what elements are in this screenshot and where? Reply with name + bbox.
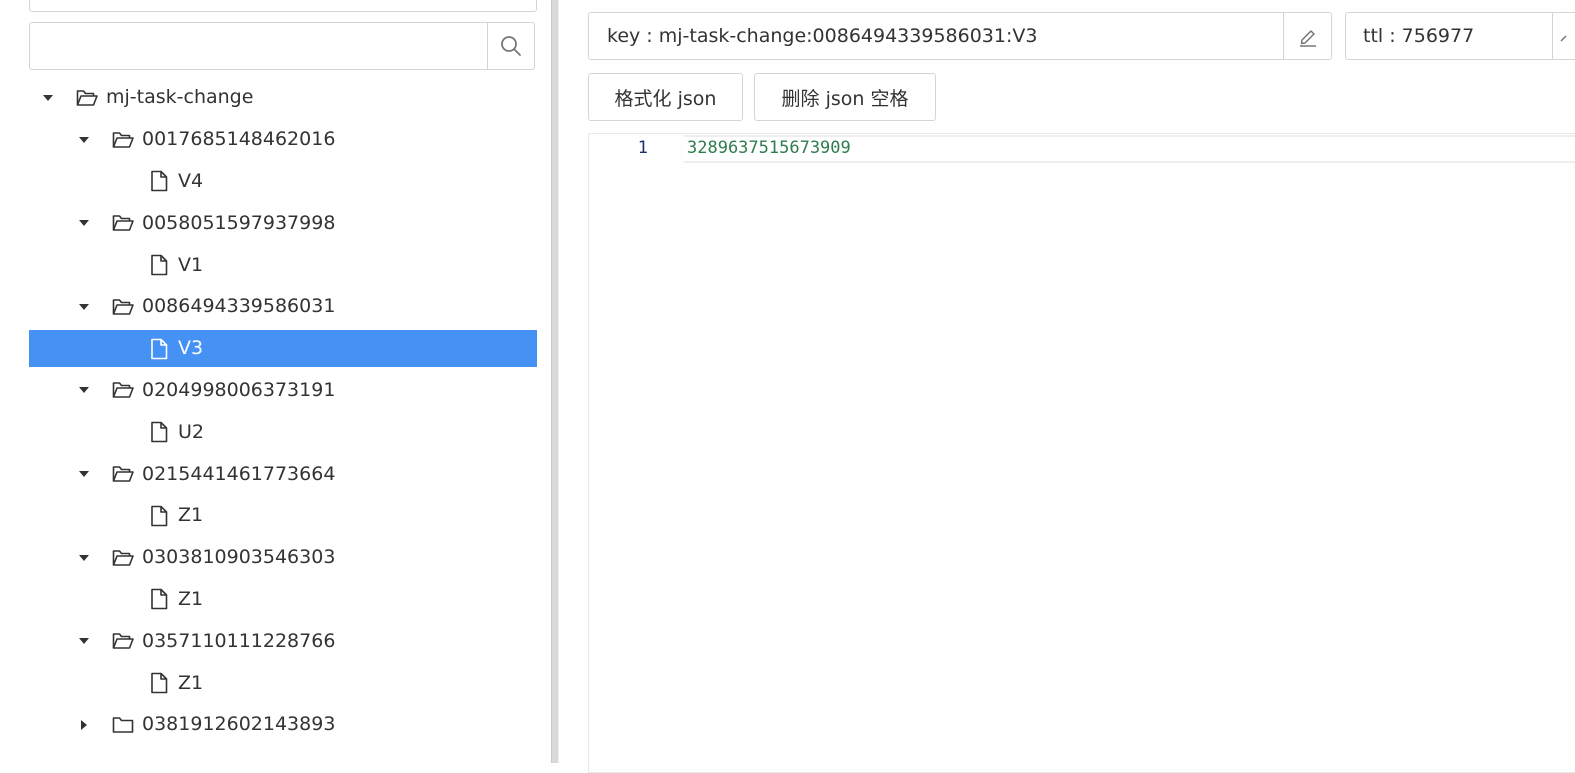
tree-folder-node[interactable]: 0381912602143893 bbox=[29, 704, 537, 746]
key-name-text: key : mj-task-change:0086494339586031:V3 bbox=[607, 25, 1038, 47]
file-icon bbox=[147, 169, 171, 193]
pencil-icon bbox=[1299, 30, 1316, 47]
caret-down-icon[interactable] bbox=[77, 133, 91, 147]
search-input[interactable] bbox=[30, 23, 487, 69]
file-icon bbox=[147, 337, 171, 361]
tree-key-node[interactable]: Z1 bbox=[29, 579, 537, 621]
strip-json-whitespace-button[interactable]: 删除 json 空格 bbox=[754, 73, 936, 121]
format-json-button[interactable]: 格式化 json bbox=[588, 73, 743, 121]
caret-down-icon[interactable] bbox=[77, 300, 91, 314]
tree-folder-node[interactable]: mj-task-change bbox=[29, 77, 537, 119]
tree-folder-node[interactable]: 0017685148462016 bbox=[29, 119, 537, 161]
tree-node-label: 0303810903546303 bbox=[142, 546, 336, 569]
caret-down-icon[interactable] bbox=[77, 383, 91, 397]
tree-node-label: U2 bbox=[178, 420, 204, 443]
caret-down-icon[interactable] bbox=[77, 467, 91, 481]
folder-open-icon bbox=[111, 211, 135, 235]
tree-node-label: V3 bbox=[178, 337, 204, 360]
folder-open-icon bbox=[111, 546, 135, 570]
folder-open-icon bbox=[111, 128, 135, 152]
tree-node-label: Z1 bbox=[178, 504, 204, 527]
tree-folder-node[interactable]: 0204998006373191 bbox=[29, 370, 537, 412]
search-button[interactable] bbox=[487, 23, 534, 69]
folder-open-icon bbox=[111, 462, 135, 486]
tree-node-label: Z1 bbox=[178, 671, 204, 694]
pencil-icon bbox=[1560, 35, 1567, 42]
tree-folder-node[interactable]: 0058051597937998 bbox=[29, 202, 537, 244]
folder-open-icon bbox=[75, 86, 99, 110]
folder-icon bbox=[111, 713, 135, 737]
tree-folder-node[interactable]: 0303810903546303 bbox=[29, 537, 537, 579]
search-icon bbox=[501, 36, 521, 56]
ttl-text: ttl : 756977 bbox=[1363, 25, 1475, 47]
tree-node-label: Z1 bbox=[178, 587, 204, 610]
tree-key-node[interactable]: V3 bbox=[29, 330, 537, 368]
tree-folder-node[interactable]: 0215441461773664 bbox=[29, 453, 537, 495]
tree-key-node[interactable]: V4 bbox=[29, 161, 537, 203]
folder-open-icon bbox=[111, 378, 135, 402]
key-tree-panel: mj-task-change 0017685148462016 V4 00580515… bbox=[0, 0, 551, 763]
key-tree: mj-task-change 0017685148462016 V4 00580515… bbox=[29, 77, 537, 746]
tree-folder-node[interactable]: 0357110111228766 bbox=[29, 620, 537, 662]
key-name-field: key : mj-task-change:0086494339586031:V3 bbox=[588, 12, 1332, 60]
caret-down-icon[interactable] bbox=[77, 216, 91, 230]
file-icon bbox=[147, 671, 171, 695]
tree-key-node[interactable]: U2 bbox=[29, 411, 537, 453]
tree-node-label: 0357110111228766 bbox=[142, 629, 336, 652]
connection-select[interactable] bbox=[29, 0, 537, 12]
line-number: 1 bbox=[637, 138, 648, 158]
tree-node-label: 0381912602143893 bbox=[142, 713, 336, 736]
tree-key-node[interactable]: Z1 bbox=[29, 495, 537, 537]
tree-node-label: 0058051597937998 bbox=[142, 211, 336, 234]
tree-node-label: 0215441461773664 bbox=[142, 462, 336, 485]
tree-node-label: V4 bbox=[178, 169, 204, 192]
tree-node-label: 0204998006373191 bbox=[142, 378, 336, 401]
tree-key-node[interactable]: V1 bbox=[29, 244, 537, 286]
ttl-field: ttl : 756977 bbox=[1345, 12, 1575, 60]
caret-down-icon[interactable] bbox=[77, 551, 91, 565]
folder-open-icon bbox=[111, 629, 135, 653]
rename-key-button[interactable] bbox=[1283, 13, 1331, 59]
panel-splitter[interactable] bbox=[551, 0, 559, 763]
caret-right-icon[interactable] bbox=[77, 718, 91, 732]
tree-node-label: mj-task-change bbox=[106, 86, 254, 109]
tree-node-label: V1 bbox=[178, 253, 204, 276]
value-editor[interactable]: 1 3289637515673909 bbox=[588, 133, 1575, 773]
folder-open-icon bbox=[111, 295, 135, 319]
edit-ttl-button[interactable] bbox=[1552, 13, 1575, 59]
tree-node-label: 0086494339586031 bbox=[142, 295, 336, 318]
file-icon bbox=[147, 587, 171, 611]
file-icon bbox=[147, 504, 171, 528]
tree-folder-node[interactable]: 0086494339586031 bbox=[29, 286, 537, 328]
search-box bbox=[29, 22, 535, 70]
caret-down-icon[interactable] bbox=[77, 634, 91, 648]
editor-line-content[interactable]: 3289637515673909 bbox=[687, 138, 851, 158]
key-detail-panel: key : mj-task-change:0086494339586031:V3… bbox=[559, 0, 1575, 773]
tree-key-node[interactable]: Z1 bbox=[29, 662, 537, 704]
caret-down-icon[interactable] bbox=[41, 91, 55, 105]
file-icon bbox=[147, 420, 171, 444]
file-icon bbox=[147, 253, 171, 277]
tree-node-label: 0017685148462016 bbox=[142, 128, 336, 151]
